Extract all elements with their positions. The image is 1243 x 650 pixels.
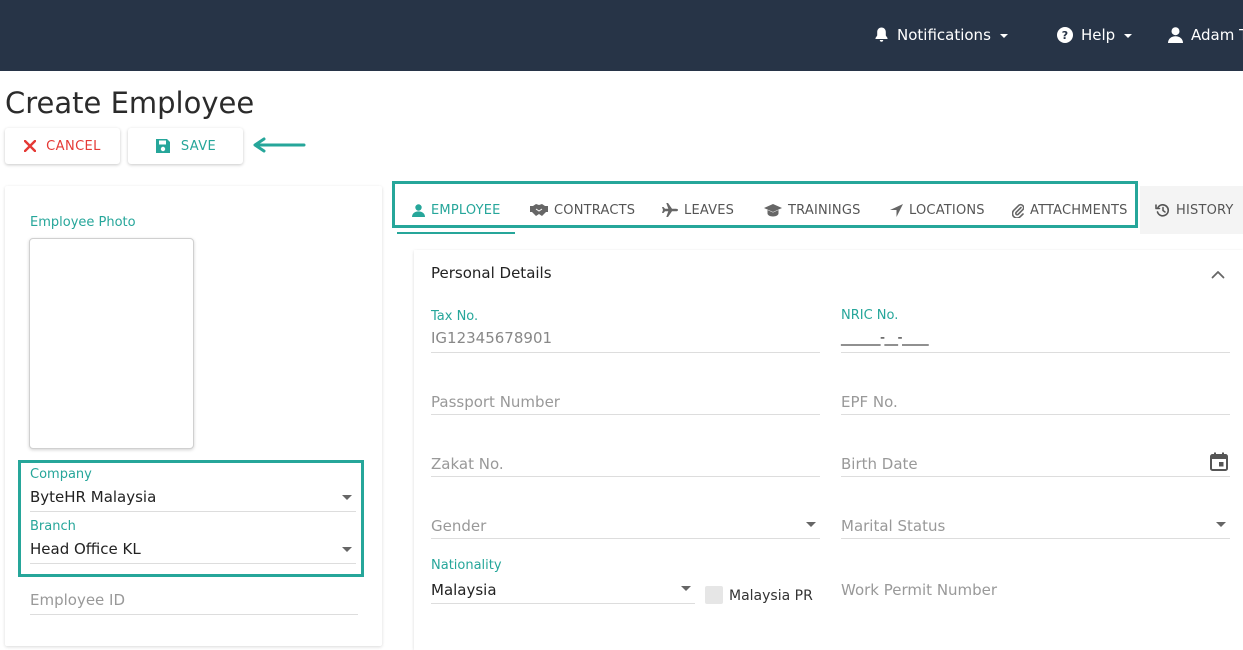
history-icon — [1155, 204, 1169, 217]
dropdown-arrow-icon — [806, 522, 816, 527]
tabs-highlight — [392, 181, 1138, 228]
nric-field[interactable]: NRIC No. ______-__-____ — [841, 308, 1230, 353]
svg-text:?: ? — [1062, 29, 1068, 42]
tab-history[interactable]: HISTORY — [1155, 186, 1234, 234]
arrow-left-icon — [253, 137, 306, 153]
tax-no-label: Tax No. — [431, 309, 479, 324]
tax-no-field[interactable]: Tax No. IG12345678901 — [431, 309, 820, 353]
zakat-placeholder: Zakat No. — [431, 455, 504, 473]
employee-id-placeholder: Employee ID — [30, 591, 126, 609]
passport-field[interactable]: Passport Number — [431, 371, 820, 415]
malaysia-pr-checkbox[interactable] — [705, 586, 723, 604]
branch-select[interactable]: Head Office KL — [30, 534, 356, 564]
zakat-field[interactable]: Zakat No. — [431, 433, 820, 477]
section-title: Personal Details — [431, 264, 552, 282]
company-value: ByteHR Malaysia — [30, 488, 157, 506]
employee-photo-label: Employee Photo — [30, 215, 136, 230]
tab-label: HISTORY — [1176, 202, 1234, 218]
nric-value: ______-__-____ — [841, 330, 929, 346]
employee-photo-upload[interactable] — [29, 238, 194, 449]
help-circle-icon: ? — [1057, 27, 1073, 43]
nationality-select[interactable]: Nationality Malaysia — [431, 558, 695, 604]
gender-placeholder: Gender — [431, 517, 487, 535]
nationality-value: Malaysia — [431, 581, 497, 599]
dropdown-arrow-icon — [681, 586, 691, 591]
nationality-label: Nationality — [431, 558, 502, 573]
user-menu[interactable]: Adam T — [1168, 24, 1243, 46]
active-tab-indicator — [397, 232, 515, 234]
branch-value: Head Office KL — [30, 540, 141, 558]
help-menu[interactable]: ? Help — [1057, 24, 1133, 46]
help-label: Help — [1081, 26, 1116, 44]
work-permit-placeholder: Work Permit Number — [841, 581, 998, 599]
user-name: Adam T — [1191, 26, 1243, 44]
birth-date-field[interactable]: Birth Date — [841, 433, 1230, 477]
birth-date-placeholder: Birth Date — [841, 455, 918, 473]
notifications-label: Notifications — [897, 26, 991, 44]
branch-label: Branch — [30, 519, 76, 534]
epf-placeholder: EPF No. — [841, 393, 898, 411]
bell-icon — [875, 27, 888, 42]
notifications-menu[interactable]: Notifications — [874, 24, 1008, 46]
close-icon — [24, 140, 37, 152]
employee-id-field[interactable]: Employee ID — [30, 585, 358, 615]
tax-no-value: IG12345678901 — [431, 329, 553, 347]
cancel-button[interactable]: CANCEL — [5, 128, 120, 164]
user-icon — [1168, 27, 1183, 43]
save-button[interactable]: SAVE — [128, 128, 243, 164]
marital-status-placeholder: Marital Status — [841, 517, 946, 535]
dropdown-arrow-icon — [1216, 522, 1226, 527]
floppy-disk-icon — [155, 139, 170, 153]
top-navbar: Notifications ? Help Adam T — [0, 0, 1243, 71]
nric-label: NRIC No. — [841, 308, 899, 323]
calendar-icon[interactable] — [1210, 452, 1228, 471]
company-select[interactable]: ByteHR Malaysia — [30, 482, 356, 512]
work-permit-field[interactable]: Work Permit Number — [841, 559, 1230, 603]
epf-field[interactable]: EPF No. — [841, 371, 1230, 415]
dropdown-arrow-icon — [342, 547, 352, 552]
marital-status-select[interactable]: Marital Status — [841, 495, 1230, 539]
caret-down-icon — [999, 33, 1008, 38]
caret-down-icon — [1124, 33, 1133, 38]
dropdown-arrow-icon — [342, 495, 352, 500]
gender-select[interactable]: Gender — [431, 495, 820, 539]
passport-placeholder: Passport Number — [431, 393, 560, 411]
employee-photo-card: Employee Photo — [5, 186, 382, 646]
malaysia-pr-label: Malaysia PR — [729, 588, 813, 604]
chevron-up-icon[interactable] — [1211, 270, 1225, 279]
cancel-label: CANCEL — [46, 138, 101, 154]
company-label: Company — [30, 467, 92, 482]
save-label: SAVE — [180, 138, 217, 154]
page-title: Create Employee — [5, 86, 255, 120]
